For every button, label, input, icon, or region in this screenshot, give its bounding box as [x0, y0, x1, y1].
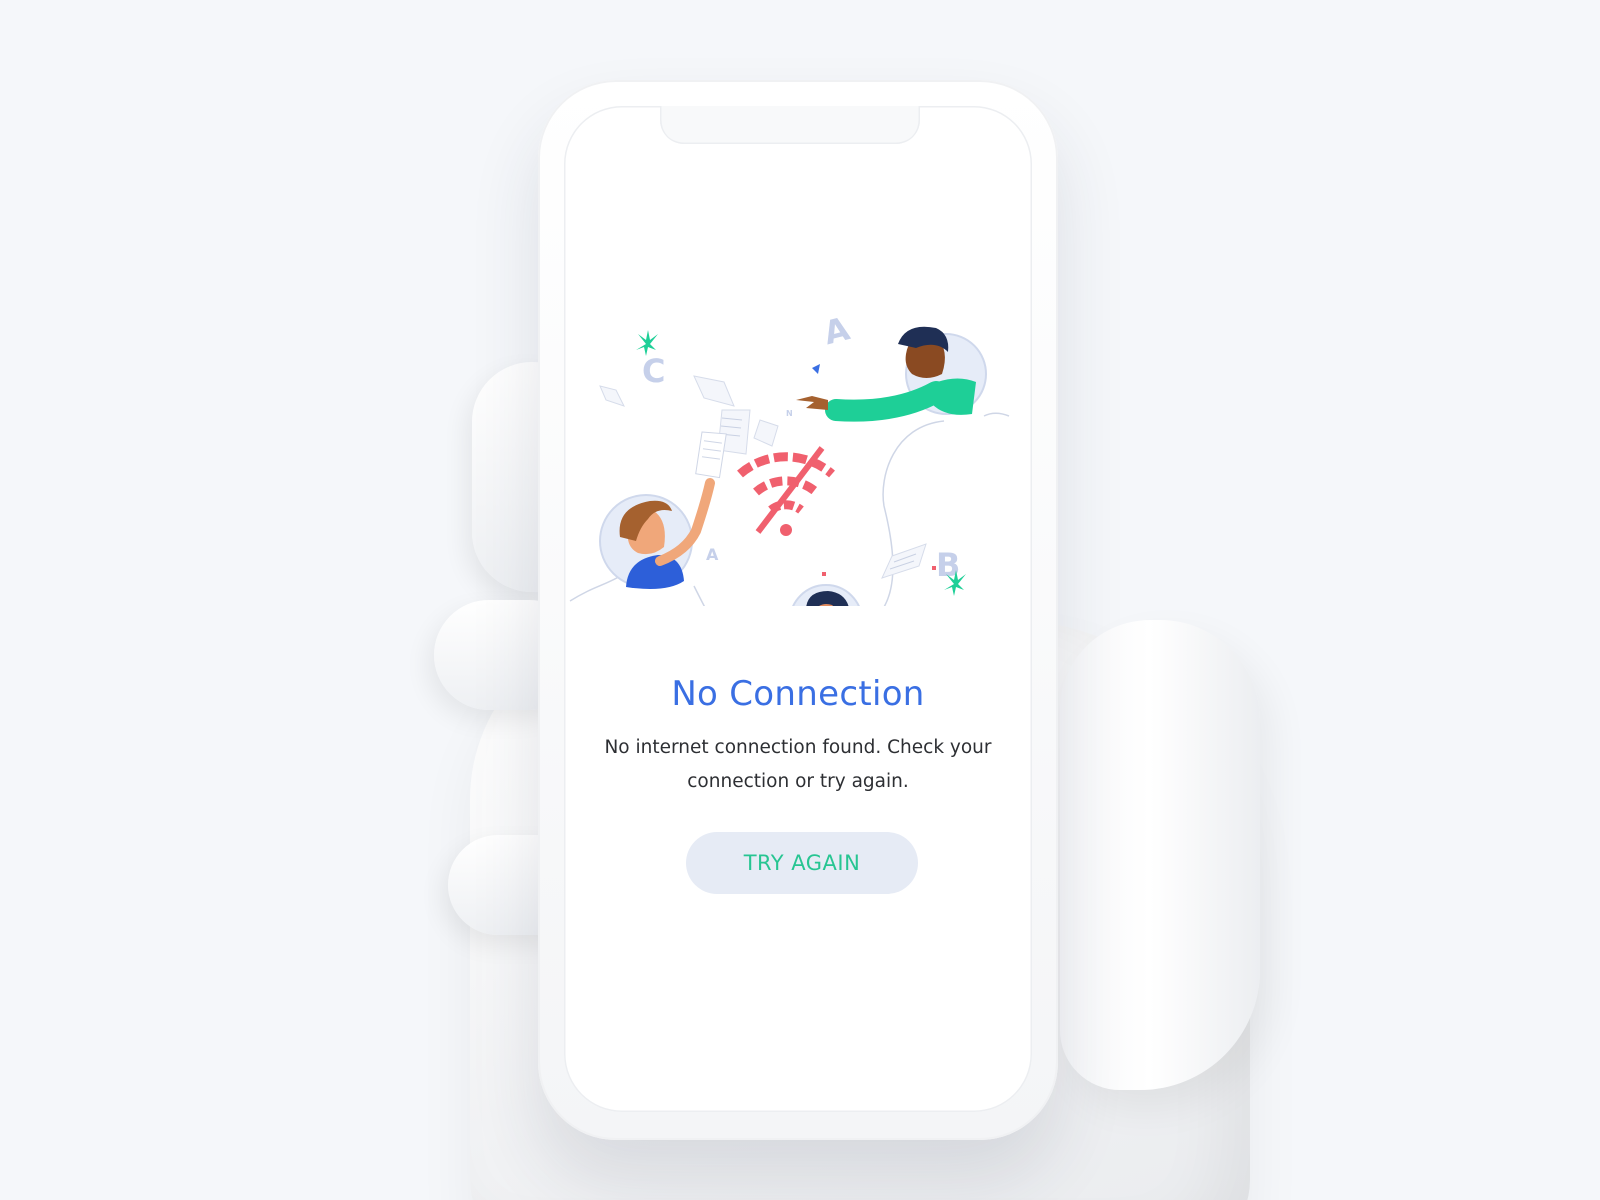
- hand-thumb: [1060, 620, 1260, 1090]
- svg-text:C: C: [642, 352, 665, 390]
- paper-icon: [693, 375, 735, 407]
- phone-screen: C A B A N No Connection No internet conn…: [564, 106, 1032, 1112]
- paper-icon: [599, 385, 625, 407]
- paper-icon: [753, 419, 779, 447]
- person-avatar: [792, 584, 860, 606]
- svg-text:N: N: [786, 409, 793, 418]
- person-avatar: [796, 326, 987, 422]
- error-message: No internet connection found. Check your…: [604, 737, 992, 792]
- wifi-off-icon: [737, 446, 835, 534]
- phone-mockup: C A B A N No Connection No internet conn…: [538, 80, 1058, 1140]
- paper-icon: [881, 543, 927, 579]
- no-connection-illustration: C A B A N: [569, 309, 1010, 606]
- phone-notch: [660, 106, 920, 144]
- page-title: No Connection: [671, 674, 925, 714]
- svg-text:A: A: [706, 545, 719, 564]
- try-again-button[interactable]: TRY AGAIN: [686, 832, 918, 894]
- svg-text:A: A: [820, 309, 853, 352]
- paper-icon: [695, 431, 727, 479]
- person-avatar: [599, 478, 715, 589]
